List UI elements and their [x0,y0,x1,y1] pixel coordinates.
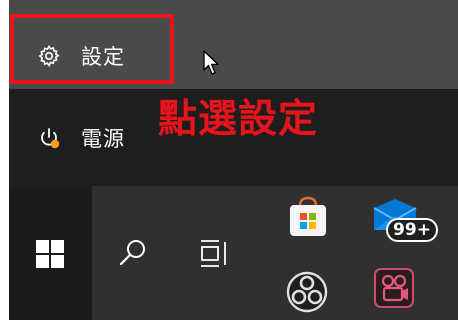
windows-logo-icon[interactable] [36,240,64,272]
highlight-box [10,14,174,84]
search-icon[interactable] [118,238,148,272]
power-icon [37,126,61,150]
task-view-icon[interactable] [200,238,230,272]
video-app-icon[interactable] [374,268,414,312]
instruction-annotation: 點選設定 [158,97,319,142]
mail-badge: 99+ [386,218,438,242]
mouse-cursor [203,50,221,80]
power-menu-item[interactable]: 電源 [15,112,175,164]
obs-studio-icon[interactable] [286,271,328,317]
power-label: 電源 [81,127,125,151]
microsoft-store-icon[interactable] [286,196,330,242]
